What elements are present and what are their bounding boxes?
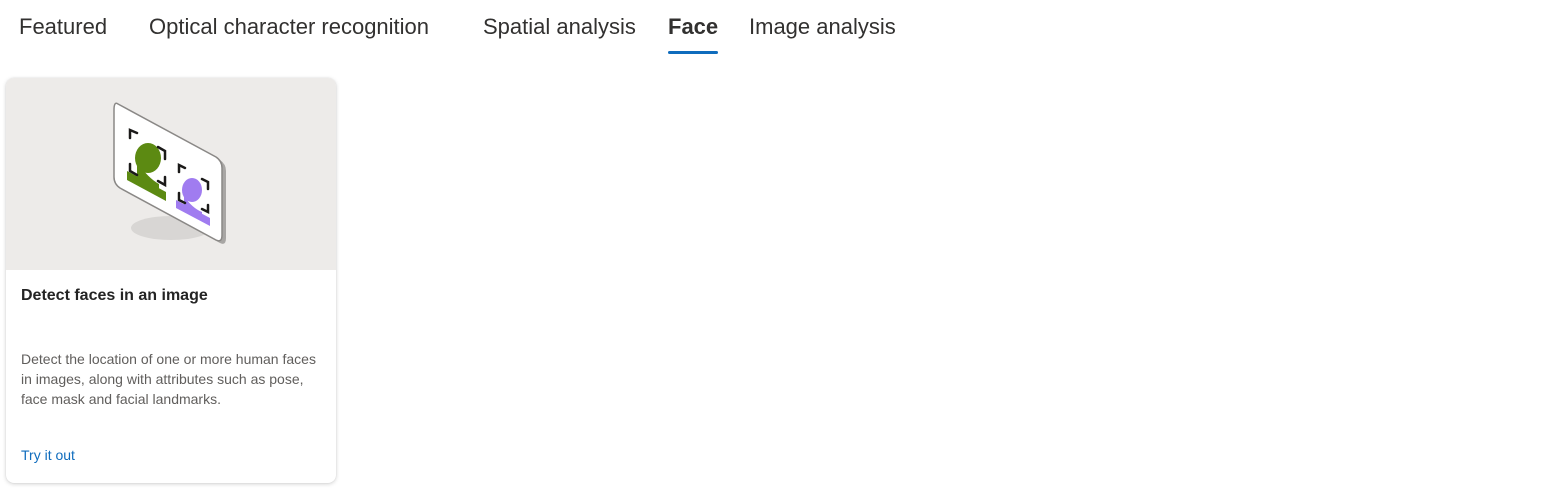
tab-image-analysis[interactable]: Image analysis [749, 11, 896, 43]
face-detection-illustration-icon [113, 102, 226, 244]
tab-face[interactable]: Face [668, 11, 719, 54]
category-tabs: Featured Optical character recognition S… [0, 0, 1541, 56]
tab-spatial-analysis[interactable]: Spatial analysis [483, 11, 636, 43]
card-description: Detect the location of one or more human… [21, 351, 316, 407]
card-media [6, 78, 336, 270]
tab-optical-character-recognition[interactable]: Optical character recognition [149, 11, 429, 43]
scenario-card-detect-faces[interactable]: Detect faces in an image Detect the loca… [6, 78, 336, 483]
tab-featured[interactable]: Featured [19, 11, 107, 43]
card-title: Detect faces in an image [21, 287, 208, 304]
try-it-out-link[interactable]: Try it out [21, 445, 75, 465]
